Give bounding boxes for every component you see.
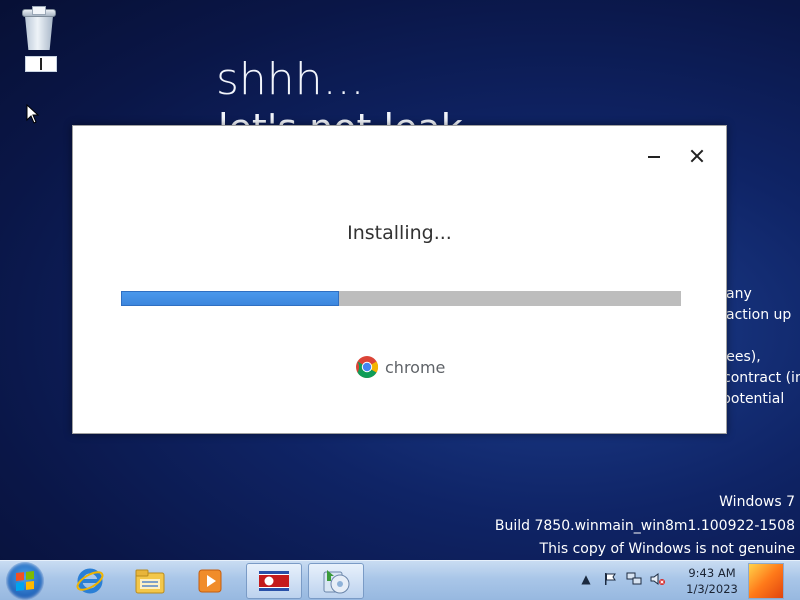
flag-app-icon[interactable] — [246, 563, 302, 599]
install-progress-fill — [121, 291, 340, 306]
show-hidden-icons-icon[interactable]: ▲ — [578, 571, 594, 587]
network-icon[interactable] — [626, 571, 642, 587]
file-explorer-icon[interactable] — [122, 563, 178, 599]
chrome-brand: chrome — [355, 355, 445, 379]
windows-version-text: Windows 7 — [719, 494, 795, 510]
volume-muted-icon[interactable] — [650, 571, 666, 587]
media-player-icon[interactable] — [182, 563, 238, 599]
clock-time: 9:43 AM — [688, 566, 736, 580]
build-number-text: Build 7850.winmain_win8m1.100922-1508 — [494, 518, 795, 534]
internet-explorer-icon[interactable] — [62, 563, 118, 599]
show-desktop-button[interactable] — [748, 563, 784, 599]
minimize-button[interactable] — [642, 144, 666, 168]
recycle-bin-label[interactable] — [25, 56, 57, 72]
recycle-bin[interactable] — [20, 6, 60, 72]
background-text-line: contract (in — [723, 370, 800, 386]
genuine-warning-text: This copy of Windows is not genuine — [539, 541, 795, 557]
install-status-text: Installing... — [347, 222, 452, 244]
background-text-line: action up — [726, 307, 792, 323]
chrome-logo-icon — [356, 356, 378, 378]
taskbar: ▲ 9:43 AM 1/3/2023 — [0, 560, 800, 600]
action-center-flag-icon[interactable] — [602, 571, 618, 587]
background-text-line: potential — [722, 391, 785, 407]
chrome-installer-dialog: Installing... chrome — [72, 125, 727, 434]
install-progress-bar — [121, 291, 681, 306]
start-button[interactable] — [6, 562, 44, 600]
chrome-brand-label: chrome — [385, 357, 446, 377]
background-text-line: any — [726, 286, 752, 302]
clock-date: 1/3/2023 — [686, 582, 738, 596]
installer-icon[interactable] — [308, 563, 364, 599]
background-title: shhh... — [216, 54, 365, 105]
windows-logo-icon — [16, 571, 34, 591]
taskbar-clock[interactable]: 9:43 AM 1/3/2023 — [682, 565, 742, 597]
recycle-bin-icon — [22, 6, 56, 50]
system-tray: ▲ — [578, 571, 666, 587]
close-button[interactable] — [685, 144, 709, 168]
